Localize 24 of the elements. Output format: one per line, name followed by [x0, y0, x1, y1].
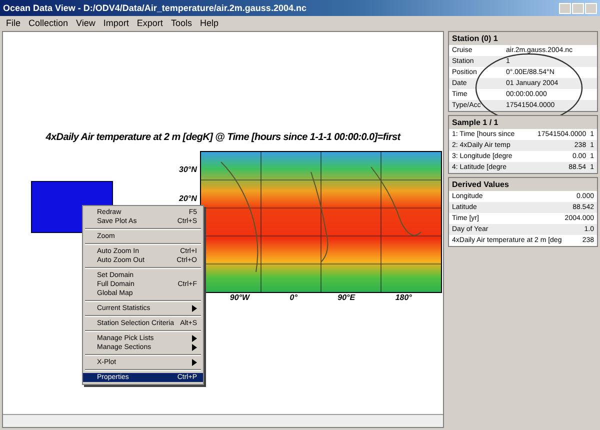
panel-header: Station (0) 1 [449, 32, 597, 45]
axis-label: 180° [395, 293, 412, 302]
menu-item[interactable]: Export [136, 18, 163, 28]
menu-item[interactable]: Import [103, 18, 129, 28]
axis-label: 90°E [338, 293, 356, 302]
window-title: Ocean Data View - D:/ODV4/Data/Air_temperature/air.2m.gauss.2004.nc [3, 3, 306, 13]
menu-item[interactable]: Help [200, 18, 218, 28]
menu-item[interactable]: View [76, 18, 96, 28]
axis-label: 90°W [230, 293, 250, 302]
submenu-arrow-icon [192, 359, 197, 366]
panel-header: Derived Values [449, 178, 597, 191]
panel-header: Sample 1 / 1 [449, 116, 597, 129]
close-button[interactable] [585, 2, 597, 14]
horizontal-scrollbar[interactable] [3, 414, 443, 427]
submenu-arrow-icon [192, 305, 197, 312]
minimize-button[interactable] [559, 2, 571, 14]
axis-label: 0° [290, 293, 298, 302]
menu-item[interactable]: File [6, 18, 21, 28]
axis-label: 30°N [179, 165, 197, 174]
menu-item[interactable]: Collection [28, 18, 68, 28]
axis-label: 20°N [179, 194, 197, 203]
plot-title: 4xDaily Air temperature at 2 m [degK] @ Time [hours since 1-1-1 00:00:0.0]=first [46, 132, 400, 143]
maximize-button[interactable] [572, 2, 584, 14]
menu-item[interactable]: Tools [170, 18, 192, 28]
